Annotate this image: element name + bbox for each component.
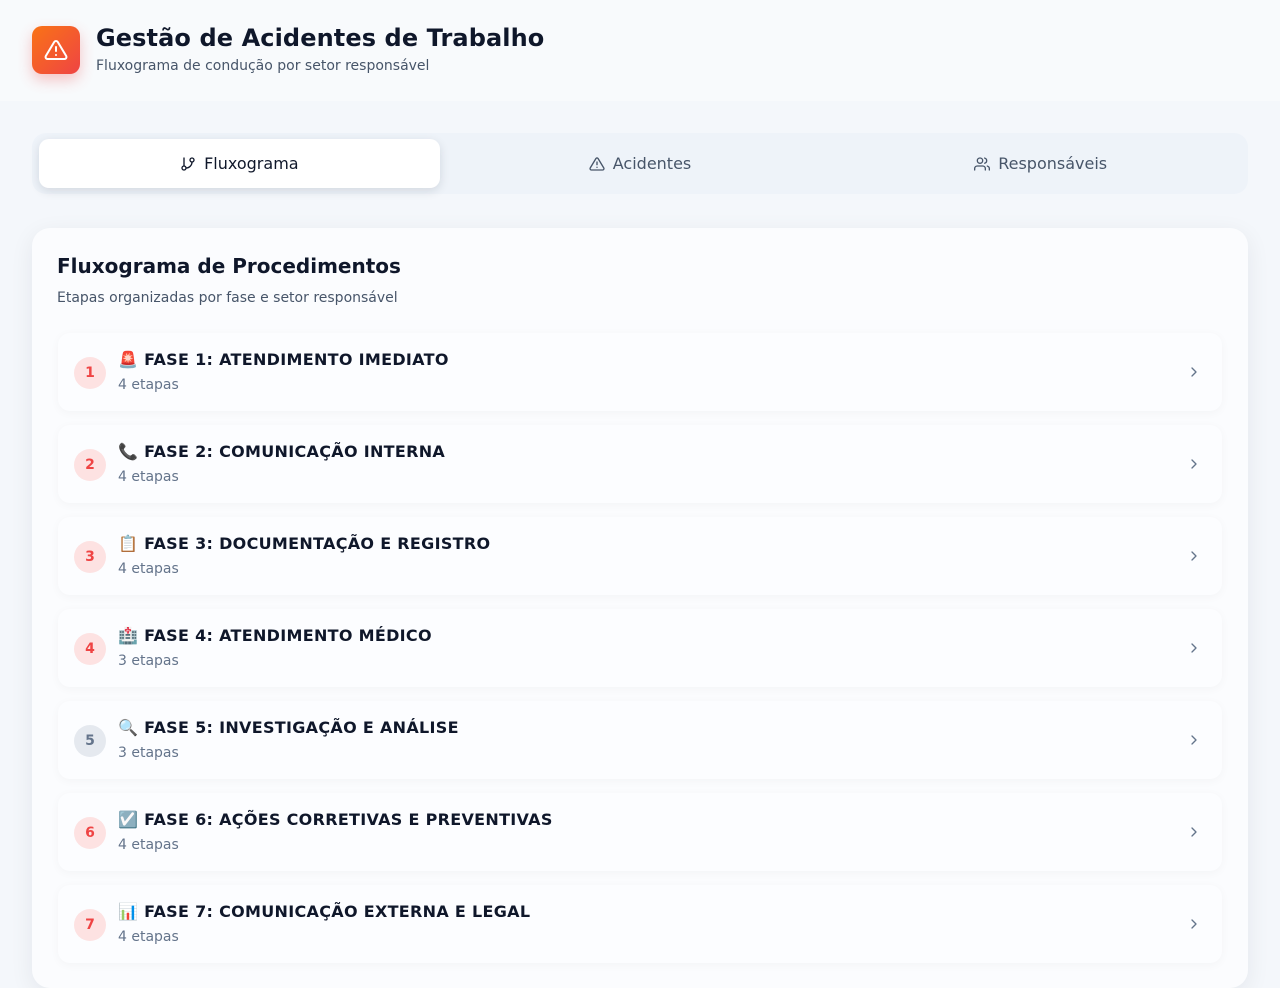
chevron-right-icon [1191, 551, 1197, 561]
phase-step-count: 3 etapas [118, 653, 179, 669]
git-branch-icon [181, 156, 195, 171]
app-subtitle: Fluxograma de condução por setor respons… [96, 58, 430, 74]
phase-step-count: 4 etapas [118, 561, 179, 577]
phase-number-badge: 4 [74, 633, 106, 665]
phase-number-badge: 5 [74, 725, 106, 757]
tab-fluxograma[interactable]: Fluxograma [39, 139, 440, 188]
phase-item-2[interactable]: 2 📞 FASE 2: COMUNICAÇÃO INTERNA 4 etapas [58, 425, 1222, 503]
phase-number-badge: 7 [74, 909, 106, 941]
phase-step-count: 3 etapas [118, 745, 179, 761]
tab-label: Fluxograma [204, 154, 299, 173]
phase-item-5[interactable]: 5 🔍 FASE 5: INVESTIGAÇÃO E ANÁLISE 3 eta… [58, 701, 1222, 779]
flowchart-card: Fluxograma de Procedimentos Etapas organ… [32, 228, 1248, 988]
phase-item-3[interactable]: 3 📋 FASE 3: DOCUMENTAÇÃO E REGISTRO 4 et… [58, 517, 1222, 595]
phase-number-badge: 1 [74, 357, 106, 389]
alert-triangle-icon [32, 26, 80, 74]
chevron-right-icon [1191, 827, 1197, 837]
phase-item-1[interactable]: 1 🚨 FASE 1: ATENDIMENTO IMEDIATO 4 etapa… [58, 333, 1222, 411]
app-header: Gestão de Acidentes de Trabalho Fluxogra… [0, 0, 1280, 101]
phase-step-count: 4 etapas [118, 837, 179, 853]
app-title: Gestão de Acidentes de Trabalho [96, 24, 545, 52]
phase-number-badge: 3 [74, 541, 106, 573]
phase-title: 🏥 FASE 4: ATENDIMENTO MÉDICO [118, 626, 432, 645]
chevron-right-icon [1191, 919, 1197, 929]
alert-triangle-icon [589, 156, 605, 171]
phase-step-count: 4 etapas [118, 469, 179, 485]
tab-label: Acidentes [612, 154, 692, 173]
phase-title: 📞 FASE 2: COMUNICAÇÃO INTERNA [118, 442, 446, 461]
tab-label: Responsáveis [998, 154, 1108, 173]
section-title: Fluxograma de Procedimentos [57, 254, 401, 278]
phase-title: 📋 FASE 3: DOCUMENTAÇÃO E REGISTRO [118, 534, 491, 553]
tab-responsaveis[interactable]: Responsáveis [840, 139, 1241, 188]
tab-acidentes[interactable]: Acidentes [440, 139, 841, 188]
chevron-right-icon [1191, 459, 1197, 469]
phase-item-6[interactable]: 6 ☑️ FASE 6: AÇÕES CORRETIVAS E PREVENTI… [58, 793, 1222, 871]
chevron-right-icon [1191, 735, 1197, 745]
phase-title: 🔍 FASE 5: INVESTIGAÇÃO E ANÁLISE [118, 718, 459, 737]
phase-title: ☑️ FASE 6: AÇÕES CORRETIVAS E PREVENTIVA… [118, 810, 553, 829]
phase-number-badge: 6 [74, 817, 106, 849]
phase-step-count: 4 etapas [118, 377, 179, 393]
phase-step-count: 4 etapas [118, 929, 179, 945]
phase-title: 📊 FASE 7: COMUNICAÇÃO EXTERNA E LEGAL [118, 902, 531, 921]
chevron-right-icon [1191, 367, 1197, 377]
phase-item-4[interactable]: 4 🏥 FASE 4: ATENDIMENTO MÉDICO 3 etapas [58, 609, 1222, 687]
tab-bar: Fluxograma Acidentes Responsáveis [32, 133, 1248, 194]
phase-title: 🚨 FASE 1: ATENDIMENTO IMEDIATO [118, 350, 449, 369]
phase-number-badge: 2 [74, 449, 106, 481]
phase-item-7[interactable]: 7 📊 FASE 7: COMUNICAÇÃO EXTERNA E LEGAL … [58, 885, 1222, 963]
section-subtitle: Etapas organizadas por fase e setor resp… [57, 290, 398, 306]
users-icon [974, 156, 991, 171]
chevron-right-icon [1191, 643, 1197, 653]
